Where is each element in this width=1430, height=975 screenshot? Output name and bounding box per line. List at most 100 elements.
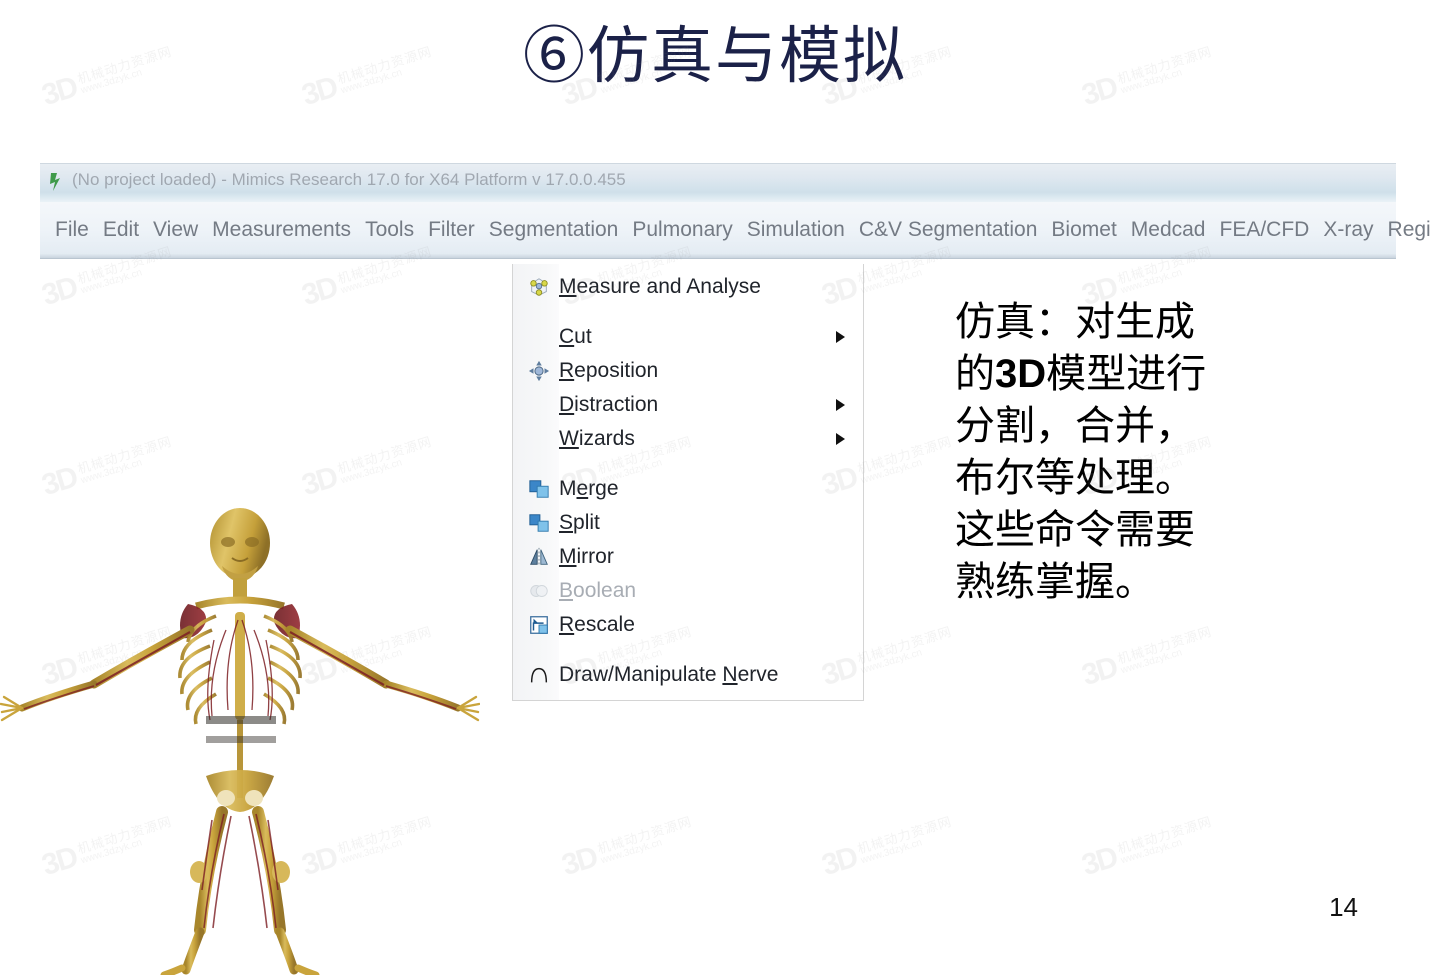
menu-item-label: Wizards [559,427,635,450]
watermark-logo: 3D [298,270,341,313]
menu-separator [513,642,863,658]
watermark-logo: 3D [818,840,861,883]
description-line-1: 仿真：对生成 [955,299,1195,345]
watermark-url: www.3dzyk.cn [859,837,924,867]
watermark-cn: 机械动力资源网 [75,433,174,477]
watermark-url: www.3dzyk.cn [859,457,924,487]
watermark-url: www.3dzyk.cn [859,647,924,677]
watermark: 3D机械动力资源网www.3dzyk.cn [558,811,698,883]
watermark-url: www.3dzyk.cn [1119,267,1184,297]
page-title: ⑥仿真与模拟 [522,19,907,92]
menu-item-reposition[interactable]: Reposition [513,354,863,388]
watermark-cn: 机械动力资源网 [855,813,954,857]
cut-icon-placeholder [519,324,559,350]
wizards-icon-placeholder [519,426,559,452]
boolean-icon [519,578,559,604]
menubar-item-x-ray[interactable]: X-ray [1316,218,1380,242]
watermark-cn: 机械动力资源网 [1115,623,1214,667]
description-line-6: 熟练掌握。 [955,559,1155,605]
watermark-cn: 机械动力资源网 [855,433,954,477]
watermark-url: www.3dzyk.cn [1119,647,1184,677]
mimics-application-window: (No project loaded) - Mimics Research 17… [40,163,1430,263]
menu-item-merge[interactable]: Merge [513,472,863,506]
rescale-icon [519,612,559,638]
menubar-item-pulmonary[interactable]: Pulmonary [625,218,739,242]
submenu-arrow-icon [836,399,845,411]
menu-item-draw-manipulate-nerve[interactable]: Draw/Manipulate Nerve [513,658,863,692]
menu-item-distraction[interactable]: Distraction [513,388,863,422]
watermark: 3D机械动力资源网www.3dzyk.cn [818,811,958,883]
description-text: 仿真：对生成 的3D模型进行 分割，合并， 布尔等处理。 这些命令需要 熟练掌握… [955,296,1275,608]
watermark-cn: 机械动力资源网 [595,813,694,857]
menubar-item-simulation[interactable]: Simulation [740,218,852,242]
page-number: 14 [1329,892,1358,922]
menu-item-wizards[interactable]: Wizards [513,422,863,456]
menu-item-mirror[interactable]: Mirror [513,540,863,574]
watermark-url: www.3dzyk.cn [339,267,404,297]
menubar-item-measurements[interactable]: Measurements [205,218,358,242]
submenu-arrow-icon [836,433,845,445]
menu-item-label: Distraction [559,393,659,416]
menu-item-cut[interactable]: Cut [513,320,863,354]
description-line-2-post: 模型进行 [1046,351,1207,397]
menu-item-measure-and-analyse[interactable]: Measure and Analyse [513,270,863,304]
nerve-icon [519,662,559,688]
menu-separator [513,304,863,320]
menu-item-label: Boolean [559,579,637,602]
human-skeleton-3d-model [0,480,481,975]
split-icon [519,510,559,536]
watermark-url: www.3dzyk.cn [859,267,924,297]
menubar-item-view[interactable]: View [146,218,205,242]
description-line-2: 的3D模型进行 [955,348,1275,400]
measure-analyse-icon [519,274,559,300]
menubar-item-registration[interactable]: Registration [1381,218,1430,242]
menu-item-label: Mirror [559,545,614,568]
watermark: 3D机械动力资源网www.3dzyk.cn [1078,811,1218,883]
description-line-4: 布尔等处理。 [955,455,1195,501]
slide-root: ⑥仿真与模拟 (No project loaded) - Mimics Rese… [0,0,1430,975]
menu-item-label: Rescale [559,613,635,636]
menu-separator [513,456,863,472]
menubar-item-segmentation[interactable]: Segmentation [482,218,626,242]
menubar-item-medcad[interactable]: Medcad [1124,218,1213,242]
submenu-arrow-icon [836,331,845,343]
menubar-item-edit[interactable]: Edit [96,218,146,242]
watermark-cn: 机械动力资源网 [1115,813,1214,857]
mimics-app-icon [48,172,64,192]
menubar-item-fea-cfd[interactable]: FEA/CFD [1213,218,1317,242]
watermark-cn: 机械动力资源网 [335,433,434,477]
menu-item-label: Merge [559,477,619,500]
watermark: 3D机械动力资源网www.3dzyk.cn [1078,621,1218,693]
description-line-3: 分割，合并， [955,403,1195,449]
watermark-cn: 机械动力资源网 [855,623,954,667]
description-line-2-bold: 3D [995,352,1047,396]
menu-item-label: Cut [559,325,592,348]
watermark-logo: 3D [1078,650,1121,693]
menu-item-split[interactable]: Split [513,506,863,540]
menu-item-label: Measure and Analyse [559,275,761,298]
menu-item-label: Draw/Manipulate Nerve [559,663,779,686]
simulation-dropdown-menu: Measure and Analyse Cut Reposition Distr… [512,264,864,701]
menubar-item-filter[interactable]: Filter [421,218,482,242]
app-titlebar: (No project loaded) - Mimics Research 17… [40,163,1396,202]
description-line-5: 这些命令需要 [955,507,1195,553]
menu-item-label: Reposition [559,359,659,382]
menubar-item-tools[interactable]: Tools [358,218,421,242]
menubar-item-file[interactable]: File [48,218,96,242]
mirror-icon [519,544,559,570]
watermark-logo: 3D [558,840,601,883]
menu-item-label: Split [559,511,600,534]
merge-icon [519,476,559,502]
watermark-url: www.3dzyk.cn [79,267,144,297]
menu-item-rescale[interactable]: Rescale [513,608,863,642]
watermark-logo: 3D [38,270,81,313]
watermark-url: www.3dzyk.cn [1119,837,1184,867]
description-line-2-pre: 的 [955,351,995,397]
menubar-item-cv-segmentation[interactable]: C&V Segmentation [852,218,1045,242]
app-menubar: File Edit View Measurements Tools Filter… [40,202,1430,259]
app-titlebar-text: (No project loaded) - Mimics Research 17… [72,170,626,189]
reposition-icon [519,358,559,384]
menubar-item-biomet[interactable]: Biomet [1044,218,1123,242]
menu-item-boolean: Boolean [513,574,863,608]
watermark-url: www.3dzyk.cn [599,837,664,867]
